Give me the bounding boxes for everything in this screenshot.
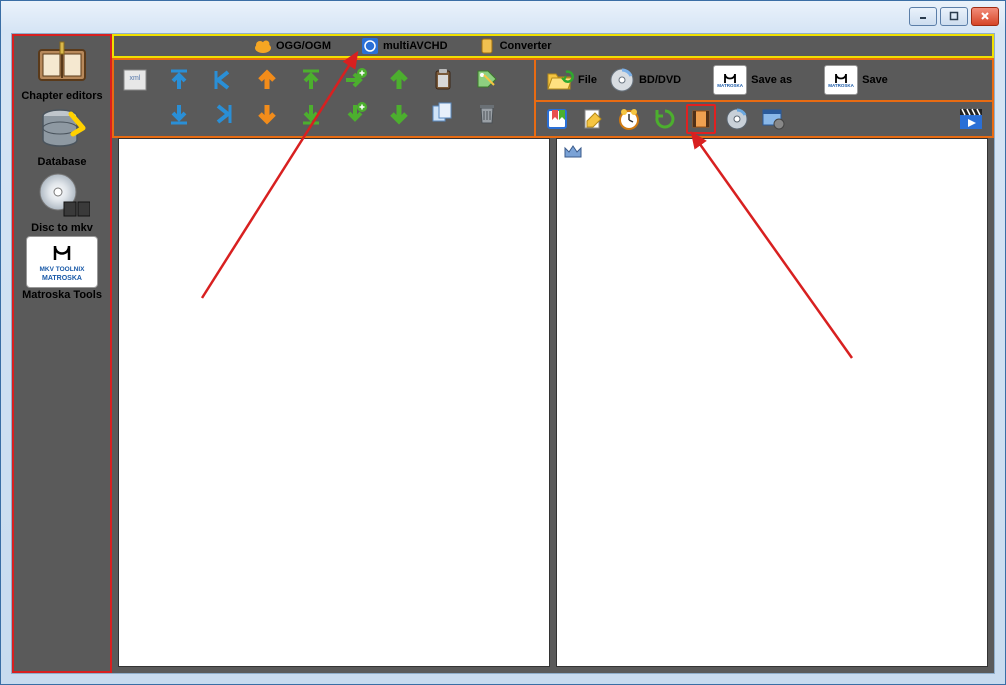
bd-dvd-button-label: BD/DVD — [639, 74, 681, 86]
sidebar-item-label: Matroska Tools — [22, 289, 102, 301]
add-right-green[interactable] — [340, 65, 370, 95]
add-down-green — [342, 101, 368, 127]
tag-icon[interactable] — [472, 65, 502, 95]
tab-multiavchd[interactable]: multiAVCHD — [361, 37, 448, 55]
sidebar-item-label: Disc to mkv — [31, 222, 93, 234]
minimize-icon — [918, 11, 928, 21]
folder-open-icon — [546, 68, 574, 92]
move-up-blue — [166, 67, 192, 93]
tab-label: multiAVCHD — [383, 40, 448, 52]
film-icon[interactable] — [686, 104, 716, 134]
close-button[interactable] — [971, 7, 999, 26]
panels-container — [112, 138, 994, 673]
sidebar-item-database[interactable]: Database — [16, 104, 108, 168]
client-area: Chapter editors Database Disc to mkv MKV… — [11, 33, 995, 674]
move-down-blue — [166, 101, 192, 127]
maximize-button[interactable] — [940, 7, 968, 26]
xml-icon: xml — [122, 67, 148, 93]
file-button[interactable]: File — [546, 68, 597, 92]
sidebar-item-label: Database — [38, 156, 87, 168]
sidebar-item-disc-to-mkv[interactable]: Disc to mkv — [16, 170, 108, 234]
arrow-up-green2[interactable] — [384, 65, 414, 95]
tab-label: Converter — [500, 40, 552, 52]
disc-icon — [26, 170, 98, 222]
arrow-down-orange — [254, 101, 280, 127]
disc-small-icon[interactable] — [722, 104, 752, 134]
add-down-green[interactable] — [340, 99, 370, 129]
arrow-up-green[interactable] — [296, 65, 326, 95]
clapper-play-icon[interactable] — [956, 104, 986, 134]
disc-small-icon — [609, 67, 635, 93]
bluray-icon — [361, 37, 379, 55]
cloud-icon — [254, 37, 272, 55]
edit-note-icon[interactable] — [578, 104, 608, 134]
tab-ogg-ogm[interactable]: OGG/OGM — [254, 37, 331, 55]
save-button[interactable]: MATROSKA Save — [824, 65, 888, 95]
database-icon — [26, 104, 98, 156]
toolbar-row: xml File BD/DVD — [112, 58, 994, 138]
sidebar-item-chapter-editors[interactable]: Chapter editors — [16, 38, 108, 102]
book-open-icon — [26, 38, 98, 90]
clipboard-icon — [430, 67, 456, 93]
arrow-down-green — [298, 101, 324, 127]
nav-left-blue — [210, 67, 236, 93]
tabs-row: OGG/OGM multiAVCHD Converter — [112, 34, 994, 58]
window-frame: Chapter editors Database Disc to mkv MKV… — [0, 0, 1006, 685]
copy-icon — [430, 101, 456, 127]
bd-dvd-button[interactable]: BD/DVD — [609, 67, 681, 93]
icon-buttons-row — [536, 102, 992, 136]
crown-icon — [563, 143, 583, 159]
file-button-label: File — [578, 74, 597, 86]
tag-icon — [474, 67, 500, 93]
nav-right-blue — [210, 101, 236, 127]
matroska-small-icon: MATROSKA — [713, 65, 747, 95]
converter-icon — [478, 37, 496, 55]
move-up-blue[interactable] — [164, 65, 194, 95]
minimize-button[interactable] — [909, 7, 937, 26]
titlebar — [1, 1, 1005, 31]
arrow-down-green[interactable] — [296, 99, 326, 129]
right-toolbar: File BD/DVD MATROSKA Save as — [534, 60, 992, 136]
matroska-small-icon: MATROSKA — [824, 65, 858, 95]
nav-left-blue[interactable] — [208, 65, 238, 95]
close-icon — [980, 11, 990, 21]
save-button-label: Save — [862, 74, 888, 86]
arrow-up-green2 — [386, 67, 412, 93]
save-as-button[interactable]: MATROSKA Save as — [713, 65, 792, 95]
maximize-icon — [949, 11, 959, 21]
save-as-button-label: Save as — [751, 74, 792, 86]
clock-icon[interactable] — [614, 104, 644, 134]
move-down-blue[interactable] — [164, 99, 194, 129]
arrow-down-green2 — [386, 101, 412, 127]
tab-label: OGG/OGM — [276, 40, 331, 52]
left-panel[interactable] — [118, 138, 550, 667]
arrow-down-green2[interactable] — [384, 99, 414, 129]
window-gear-icon[interactable] — [758, 104, 788, 134]
right-panel[interactable] — [556, 138, 988, 667]
left-toolbar: xml — [114, 60, 534, 136]
clipboard-icon[interactable] — [428, 65, 458, 95]
tab-converter[interactable]: Converter — [478, 37, 552, 55]
xml-icon[interactable]: xml — [120, 65, 150, 95]
add-right-green — [342, 67, 368, 93]
bookmark-icon[interactable] — [542, 104, 572, 134]
matroska-icon: MKV TOOLNIX MATROSKA — [26, 236, 98, 288]
svg-text:xml: xml — [130, 75, 141, 82]
main-area: OGG/OGM multiAVCHD Converter xml — [112, 34, 994, 673]
arrow-down-orange[interactable] — [252, 99, 282, 129]
arrow-up-orange[interactable] — [252, 65, 282, 95]
arrow-up-green — [298, 67, 324, 93]
sidebar: Chapter editors Database Disc to mkv MKV… — [12, 34, 112, 673]
trash-icon — [474, 101, 500, 127]
trash-icon[interactable] — [472, 99, 502, 129]
file-buttons-row: File BD/DVD MATROSKA Save as — [536, 60, 992, 102]
sidebar-item-label: Chapter editors — [21, 90, 102, 102]
nav-right-blue[interactable] — [208, 99, 238, 129]
copy-icon[interactable] — [428, 99, 458, 129]
refresh-icon[interactable] — [650, 104, 680, 134]
sidebar-item-matroska-tools[interactable]: MKV TOOLNIX MATROSKA Matroska Tools — [16, 236, 108, 301]
arrow-up-orange — [254, 67, 280, 93]
